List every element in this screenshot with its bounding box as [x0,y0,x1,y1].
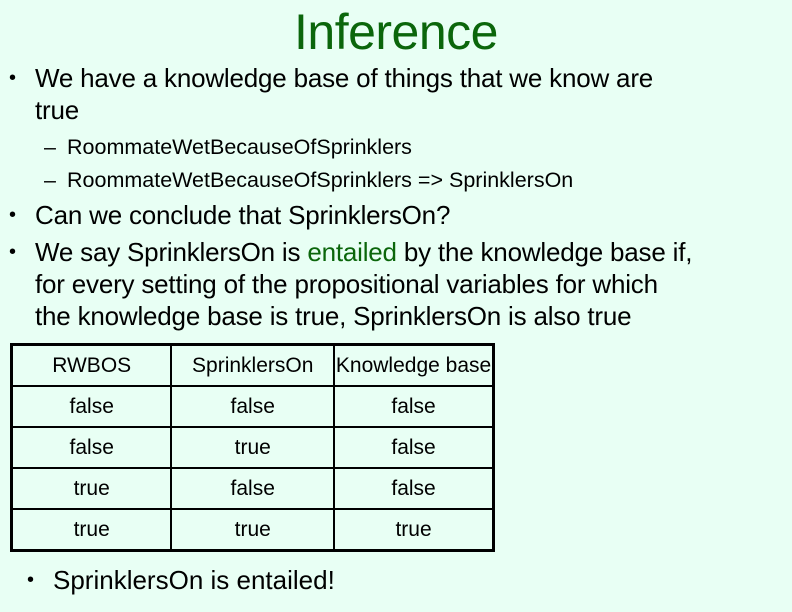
text-segment: by the knowledge base if, [396,237,693,267]
truth-table: RWBOS SprinklersOn Knowledge base false … [10,343,495,552]
bullet-icon: • [27,569,35,591]
bullet-text-line: We have a knowledge base of things that … [35,63,654,93]
bullet-conclusion: • SprinklersOn is entailed! [27,564,335,596]
table-cell: false [10,385,173,428]
bullet-question: • Can we conclude that SprinklersOn? [9,199,451,231]
table-header-row: RWBOS SprinklersOn Knowledge base [10,343,495,387]
header-cell-sprinklerson: SprinklersOn [170,343,336,387]
sub-bullet-text: RoommateWetBecauseOfSprinklers => Sprink… [67,168,574,192]
bullet-icon: • [9,241,16,263]
bullet-text-line: the knowledge base is true, SprinklersOn… [35,301,632,331]
dash-icon: – [44,168,56,192]
table-row: false false false [10,385,495,428]
bullet-text-line: Can we conclude that SprinklersOn? [35,200,451,230]
table-cell: true [10,467,173,510]
table-cell: true [333,508,495,552]
table-cell: false [333,426,495,469]
table-row: true false false [10,467,495,510]
table-cell: true [10,508,173,552]
table-row: true true true [10,508,495,552]
header-cell-rwbos: RWBOS [10,343,173,387]
table-cell: false [10,426,173,469]
bullet-entailment-definition: • We say SprinklersOn is entailed by the… [9,236,692,332]
sub-bullet-fact: – RoommateWetBecauseOfSprinklers [44,131,412,163]
bullet-text-line: We say SprinklersOn is entailed by the k… [35,236,692,268]
bullet-text-line: true [35,95,80,125]
bullet-icon: • [9,67,16,89]
table-cell: false [333,467,495,510]
sub-bullet-text: RoommateWetBecauseOfSprinklers [67,135,412,159]
conclusion-text: SprinklersOn is entailed! [53,565,335,595]
slide-title: Inference [294,4,498,60]
bullet-knowledge-base: • We have a knowledge base of things tha… [9,62,654,126]
table-cell: true [170,426,336,469]
table-row: false true false [10,426,495,469]
text-segment: We say SprinklersOn is [35,237,308,267]
bullet-text-line: for every setting of the propositional v… [35,269,658,299]
table-cell: false [170,385,336,428]
header-cell-knowledge-base: Knowledge base [333,343,495,387]
entailed-term: entailed [307,237,397,267]
bullet-icon: • [9,204,16,226]
dash-icon: – [44,135,56,159]
sub-bullet-rule: – RoommateWetBecauseOfSprinklers => Spri… [44,164,574,196]
table-cell: false [170,467,336,510]
table-cell: false [333,385,495,428]
table-cell: true [170,508,336,552]
